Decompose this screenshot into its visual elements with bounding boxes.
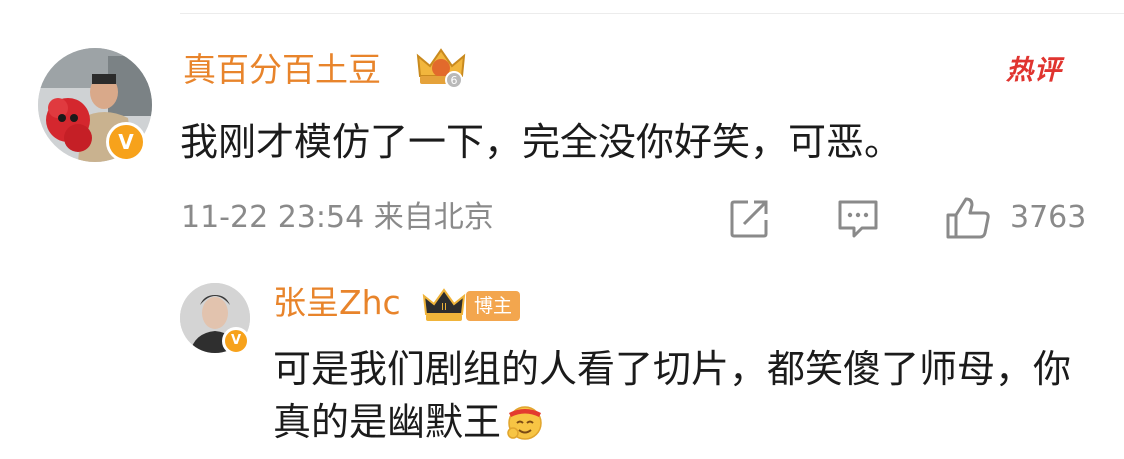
hot-comment-tag: 热评 bbox=[1006, 55, 1062, 86]
level-crown-icon: 6 bbox=[416, 48, 466, 89]
top-divider bbox=[180, 13, 1124, 14]
blogger-tag: 博主 bbox=[466, 291, 521, 321]
replier-level-number: II bbox=[441, 302, 447, 313]
replier-username[interactable]: 张呈Zhc bbox=[273, 283, 401, 323]
reply-body: 可是我们剧组的人看了切片，都笑傻了师母，你真的是幽默王 bbox=[273, 343, 1093, 449]
comment-icon[interactable] bbox=[836, 198, 880, 240]
like-count: 3763 bbox=[1010, 200, 1087, 235]
salute-emoji-icon bbox=[507, 406, 542, 440]
thumbs-up-icon[interactable] bbox=[944, 195, 992, 241]
comment-timestamp: 11-22 23:54 来自北京 bbox=[181, 200, 494, 235]
replier-verified-badge: V bbox=[222, 327, 250, 355]
reply-text: 可是我们剧组的人看了切片，都笑傻了师母，你真的是幽默王 bbox=[273, 347, 1072, 444]
commenter-username[interactable]: 真百分百土豆 bbox=[183, 50, 381, 90]
level-number: 6 bbox=[451, 74, 458, 87]
verified-badge: V bbox=[106, 122, 146, 162]
comment-body: 我刚才模仿了一下，完全没你好笑，可恶。 bbox=[180, 120, 903, 164]
level-crown-icon: II bbox=[422, 288, 466, 321]
share-icon[interactable] bbox=[728, 198, 770, 240]
